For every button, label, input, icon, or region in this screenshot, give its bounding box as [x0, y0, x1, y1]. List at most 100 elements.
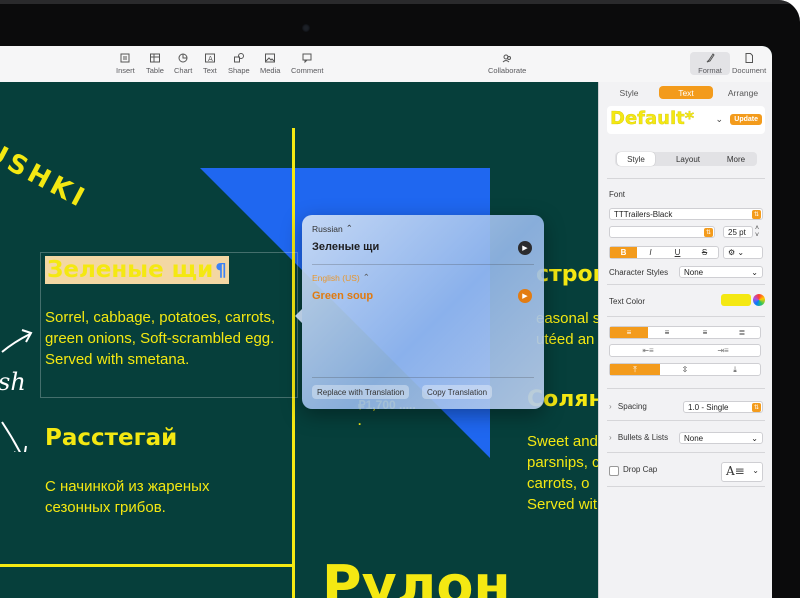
shape-button[interactable]: Shape — [228, 52, 250, 75]
text-options-button[interactable]: ⚙ ⌄ — [723, 246, 763, 259]
drop-cap-style-select[interactable]: A≡ ⌄ — [721, 462, 763, 482]
chevron-updown-icon: ⌃ — [362, 272, 370, 282]
right-dish2-line3[interactable]: carrots, o — [527, 473, 590, 494]
table-button[interactable]: Table — [146, 52, 164, 75]
popover-divider — [312, 264, 534, 265]
table-label: Table — [146, 66, 164, 75]
underline-button[interactable]: U — [664, 247, 691, 258]
font-style-buttons: B I U S — [609, 246, 719, 259]
align-bottom-button[interactable]: ⤓ — [710, 364, 760, 375]
bold-button[interactable]: B — [610, 247, 637, 258]
section-divider — [607, 388, 765, 389]
font-family-select[interactable]: TTTrailers-Black ⇅ — [609, 208, 763, 220]
bullets-select[interactable]: None ⌄ — [679, 432, 763, 444]
chevron-updown-icon: ⌃ — [345, 223, 353, 233]
justify-button[interactable]: ≣ — [724, 327, 760, 338]
chevron-updown-icon: ⇅ — [752, 210, 761, 219]
popover-divider — [312, 377, 534, 378]
tab-arrange[interactable]: Arrange — [723, 86, 763, 99]
document-button[interactable]: Document — [732, 52, 766, 75]
shape-label: Shape — [228, 66, 250, 75]
spacing-label: Spacing — [617, 402, 647, 411]
align-right-button[interactable]: ≡ — [686, 327, 724, 338]
tab-style[interactable]: Style — [611, 86, 647, 99]
italic-button[interactable]: I — [637, 247, 664, 258]
collaborate-button[interactable]: Collaborate — [488, 52, 526, 75]
right-dish2-line2[interactable]: parsnips, c — [527, 452, 598, 473]
align-center-button[interactable]: ≡ — [648, 327, 686, 338]
section-divider — [607, 486, 765, 487]
format-button[interactable]: Format — [690, 52, 730, 75]
character-styles-value: None — [684, 267, 704, 277]
indent-buttons: ⇤≡ ⇥≡ — [609, 344, 761, 357]
character-styles-label: Character Styles — [609, 268, 669, 277]
right-dish1-line1[interactable]: easonal s — [536, 308, 598, 329]
color-wheel-icon[interactable] — [753, 294, 765, 306]
chevron-right-icon: › — [609, 402, 612, 411]
right-dish1-title[interactable]: строга — [536, 262, 598, 287]
font-size-field[interactable]: 25 pt — [723, 226, 753, 238]
section-divider — [607, 420, 765, 421]
bottom-heading[interactable]: Рулон — [322, 554, 511, 598]
spacing-disclosure[interactable]: › Spacing — [609, 402, 647, 411]
comment-button[interactable]: Comment — [291, 52, 324, 75]
typeface-select[interactable]: ⇅ — [609, 226, 715, 238]
pilcrow-mark: ¶ — [215, 259, 227, 281]
increase-indent-button[interactable]: ⇥≡ — [686, 345, 760, 356]
text-label: Text — [203, 66, 217, 75]
indent-icon: ⇥≡ — [717, 346, 729, 355]
decrease-indent-button[interactable]: ⇤≡ — [610, 345, 686, 356]
paragraph-style-selector[interactable]: Default* ⌄ Update — [607, 106, 765, 134]
chart-button[interactable]: Chart — [174, 52, 192, 75]
insert-button[interactable]: Insert — [116, 52, 135, 75]
alignment-buttons: ≡ ≡ ≡ ≣ — [609, 326, 761, 339]
replace-with-translation-button[interactable]: Replace with Translation — [312, 385, 410, 399]
play-source-button[interactable]: ▶ — [518, 241, 532, 255]
target-language-selector[interactable]: English (US) ⌃ — [312, 272, 370, 283]
dish2-description[interactable]: С начинкой из жареных сезонных грибов. — [45, 476, 265, 518]
align-middle-icon: ⇳ — [681, 365, 689, 374]
align-left-button[interactable]: ≡ — [610, 327, 648, 338]
right-dish1-line2[interactable]: utéed an — [536, 329, 594, 350]
update-style-button[interactable]: Update — [730, 114, 762, 125]
align-center-icon: ≡ — [664, 328, 670, 337]
translation-popover: Russian ⌃ Зеленые щи ▶ English (US) ⌃ Gr… — [295, 215, 544, 409]
font-size-stepper[interactable]: ˄ ˅ — [755, 225, 759, 239]
app-screen: Insert Table Chart A Text Shape Media Co… — [0, 46, 772, 598]
chevron-down-icon: ⌄ — [752, 466, 759, 475]
text-color-label[interactable]: Text Color — [609, 297, 645, 306]
drop-cap-icon: A≡ — [726, 464, 745, 478]
play-target-button[interactable]: ▶ — [518, 289, 532, 303]
collaborate-label: Collaborate — [488, 66, 527, 75]
dish2-title[interactable]: Расстегай — [45, 425, 177, 451]
text-button[interactable]: A Text — [203, 52, 217, 75]
segment-more[interactable]: More — [717, 152, 755, 166]
align-middle-button[interactable]: ⇳ — [660, 364, 710, 375]
chevron-down-icon: ⌄ — [751, 268, 758, 277]
bullets-disclosure[interactable]: › Bullets & Lists — [609, 433, 668, 442]
right-dish2-line4[interactable]: Served wit — [527, 494, 597, 515]
drop-cap-checkbox[interactable] — [609, 466, 619, 476]
document-canvas[interactable]: USHKI sh Зеленые щи ¶ Sorrel, cabbage, p… — [0, 82, 598, 598]
dish-title-selected[interactable]: Зеленые щи ¶ — [45, 256, 229, 284]
media-button[interactable]: Media — [260, 52, 280, 75]
align-top-button[interactable]: ⤒ — [610, 364, 660, 375]
bullets-label: Bullets & Lists — [617, 433, 669, 442]
document-label: Document — [732, 66, 767, 75]
target-text: Green soup — [312, 290, 374, 302]
strikethrough-button[interactable]: S — [691, 247, 718, 258]
tab-text[interactable]: Text — [659, 86, 713, 99]
copy-translation-button[interactable]: Copy Translation — [422, 385, 493, 399]
spacing-select[interactable]: 1.0 - Single ⇅ — [683, 401, 763, 413]
comment-icon — [302, 53, 312, 64]
character-styles-select[interactable]: None ⌄ — [679, 266, 763, 278]
segment-layout[interactable]: Layout — [665, 152, 711, 166]
table-icon — [149, 53, 160, 63]
segment-style[interactable]: Style — [617, 152, 655, 166]
source-language-selector[interactable]: Russian ⌃ — [312, 223, 353, 234]
vertical-align-buttons: ⤒ ⇳ ⤓ — [609, 363, 761, 376]
right-dish2-line1[interactable]: Sweet and — [527, 431, 598, 452]
dish-description[interactable]: Sorrel, cabbage, potatoes, carrots, gree… — [45, 307, 285, 370]
text-color-well[interactable] — [721, 294, 751, 306]
target-language-label: English (US) — [312, 272, 360, 283]
